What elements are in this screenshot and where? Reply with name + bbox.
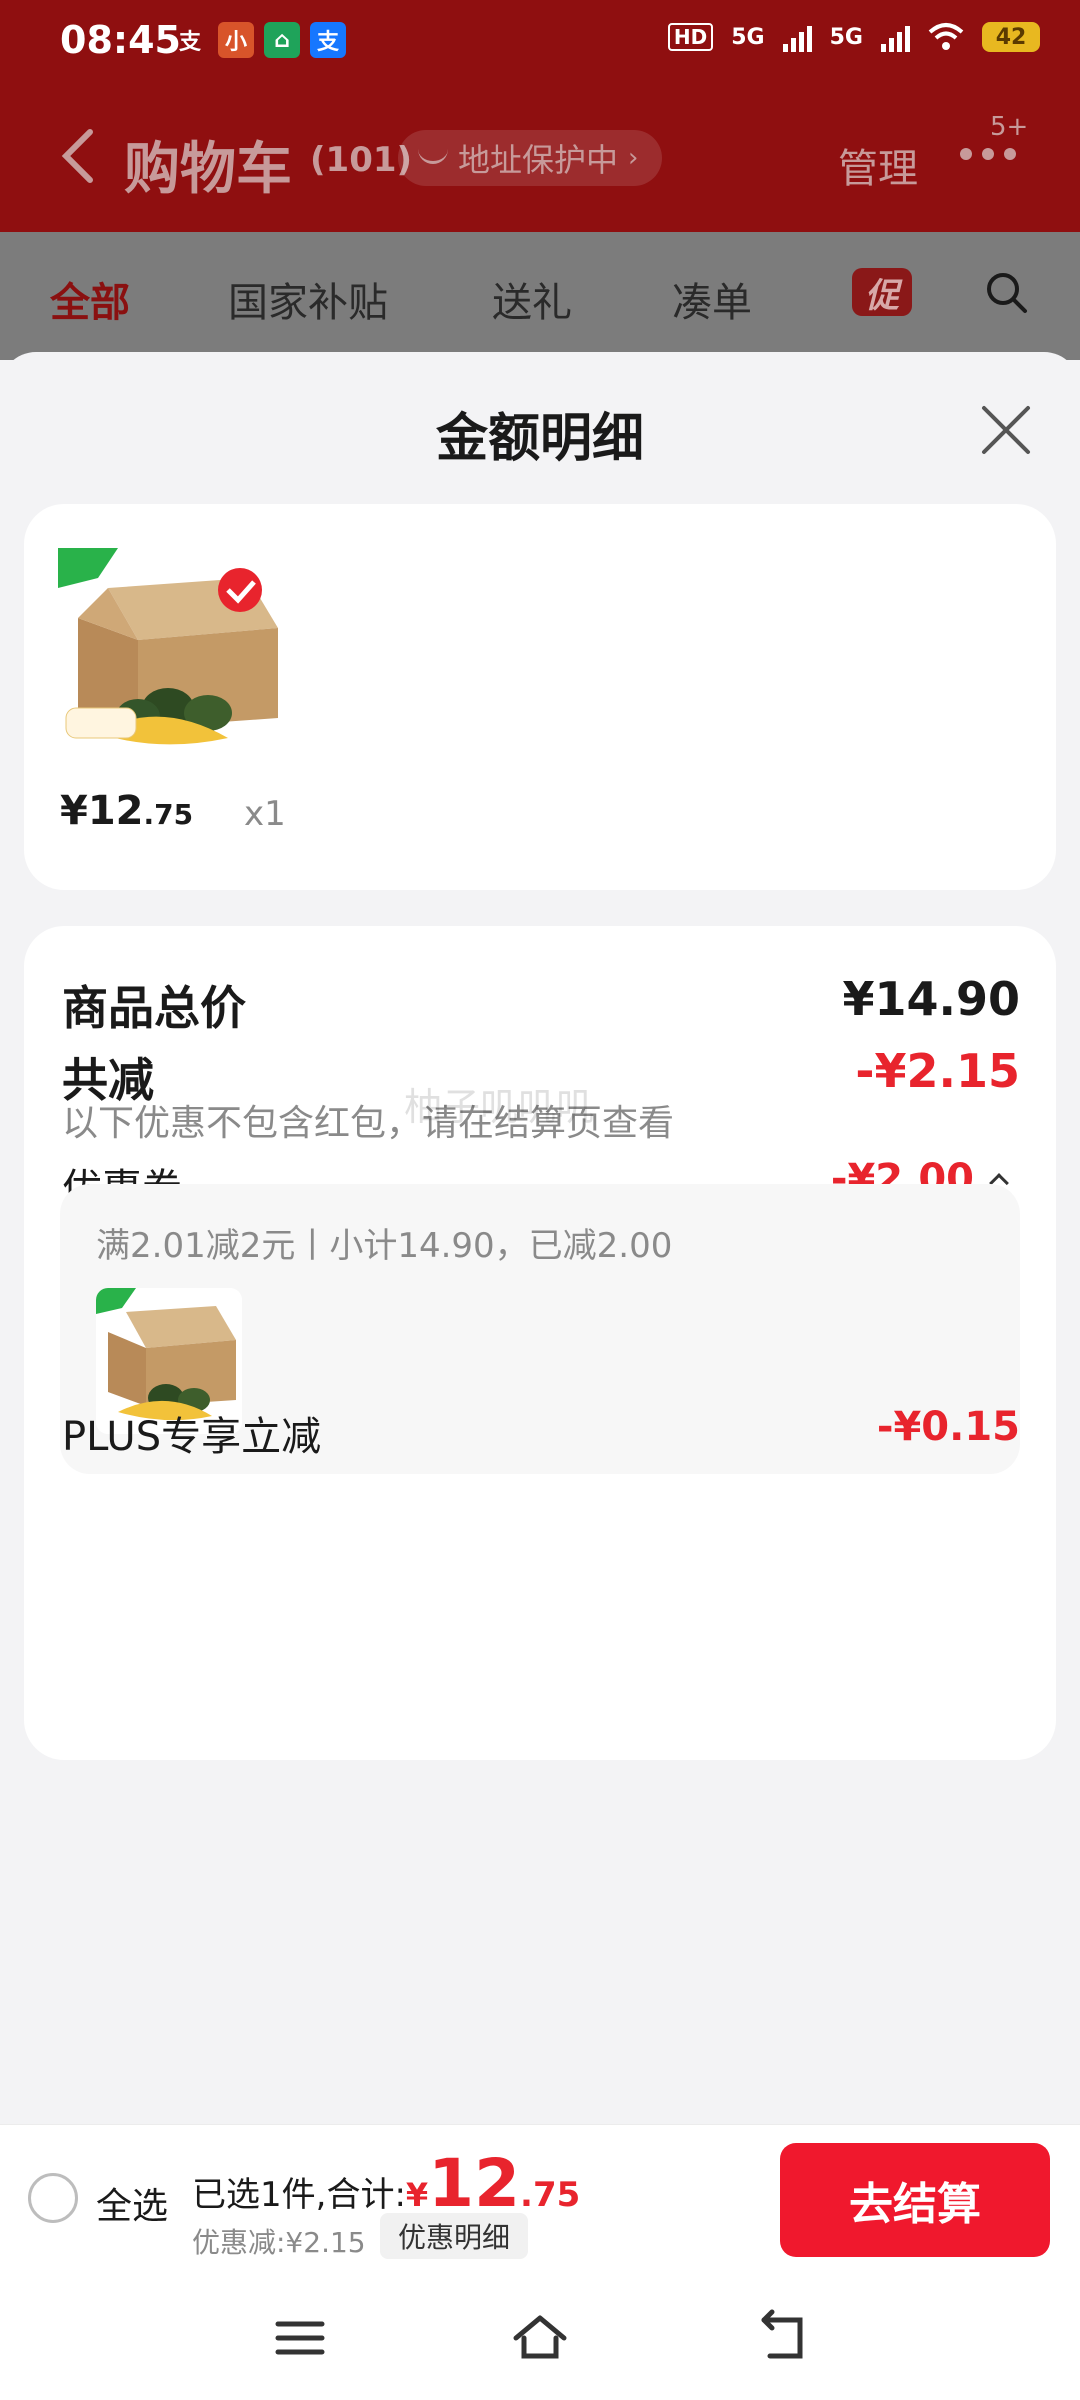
total-amount-dec: .75 bbox=[520, 2175, 581, 2215]
address-chip-label: 地址保护中 bbox=[458, 141, 619, 179]
signal-5g-label: 5G bbox=[731, 24, 765, 50]
signal-5g-label-2: 5G bbox=[829, 24, 863, 50]
hd-icon: HD bbox=[667, 23, 714, 51]
status-bar: 08:45 支 小 ⌂ 支 HD 5G 5G 42 bbox=[0, 0, 1080, 82]
signal-icon-2 bbox=[881, 22, 910, 52]
cart-count: (101) bbox=[310, 140, 413, 180]
total-price-value: ¥14.90 bbox=[842, 972, 1020, 1026]
selected-count-text: 已选1件,合计: bbox=[192, 2175, 406, 2215]
back-arrow-icon[interactable] bbox=[58, 126, 98, 186]
back-icon[interactable] bbox=[750, 2308, 810, 2368]
battery-icon: 42 bbox=[982, 22, 1040, 52]
tab-national-subsidy[interactable]: 国家补贴 bbox=[228, 270, 388, 328]
discount-amount: 优惠减:¥2.15 bbox=[192, 2226, 366, 2259]
select-all-label[interactable]: 全选 bbox=[96, 2177, 168, 2229]
total-amount-int: 12 bbox=[428, 2145, 521, 2222]
tab-all[interactable]: 全部 bbox=[50, 270, 130, 328]
watermark: 柚子叽叽叽 bbox=[404, 1085, 595, 1129]
status-time: 08:45 bbox=[60, 18, 181, 62]
product-quantity: x1 bbox=[244, 794, 286, 834]
menu-icon[interactable] bbox=[270, 2308, 330, 2368]
more-menu-icon[interactable] bbox=[960, 148, 1016, 160]
status-indicators: HD 5G 5G 42 bbox=[667, 22, 1040, 52]
total-reduce-value: -¥2.15 bbox=[855, 1044, 1020, 1098]
app-icon: 小 bbox=[218, 22, 254, 58]
total-summary: 已选1件,合计: ¥ 12 .75 bbox=[192, 2145, 580, 2222]
total-currency: ¥ bbox=[405, 2176, 429, 2214]
status-app-icons: 支 小 ⌂ 支 bbox=[172, 22, 346, 58]
search-icon[interactable] bbox=[984, 270, 1028, 314]
cart-tabs: 全部 国家补贴 送礼 凑单 促 bbox=[0, 232, 1080, 360]
product-image[interactable] bbox=[58, 548, 288, 758]
checkout-button[interactable]: 去结算 bbox=[780, 2143, 1050, 2257]
checkout-bar: 全选 已选1件,合计: ¥ 12 .75 优惠减:¥2.15 优惠明细 去结算 bbox=[0, 2124, 1080, 2272]
system-nav-bar bbox=[0, 2272, 1080, 2400]
tab-add-on[interactable]: 凑单 bbox=[672, 270, 752, 328]
signal-icon bbox=[782, 22, 812, 52]
tab-promo[interactable]: 促 bbox=[852, 268, 912, 316]
alipay-app-icon: 支 bbox=[310, 22, 346, 58]
chevron-right-icon: › bbox=[628, 143, 639, 173]
home-app-icon: ⌂ bbox=[264, 22, 300, 58]
address-protection-chip[interactable]: 地址保护中 › bbox=[398, 130, 663, 186]
close-icon[interactable] bbox=[978, 402, 1034, 458]
tab-gift[interactable]: 送礼 bbox=[492, 270, 572, 328]
manage-button[interactable]: 管理 bbox=[838, 136, 918, 194]
total-price-label: 商品总价 bbox=[62, 981, 246, 1035]
product-price-dec: .75 bbox=[143, 798, 194, 831]
alipay-icon: 支 bbox=[178, 30, 201, 55]
product-price: ¥12.75 bbox=[60, 788, 193, 834]
plus-discount-label: PLUS专享立减 bbox=[62, 1414, 322, 1460]
price-summary-card: 商品总价 ¥14.90 共减 -¥2.15 以下优惠不包含红包，请在结算页查看 … bbox=[24, 926, 1056, 1760]
cart-title: 购物车 bbox=[124, 137, 292, 202]
select-all-checkbox[interactable] bbox=[28, 2173, 78, 2223]
plus-discount-value: -¥0.15 bbox=[876, 1404, 1020, 1450]
discount-detail-button[interactable]: 优惠明细 bbox=[380, 2213, 529, 2259]
amount-detail-sheet: 金额明细 ¥12.75 x1 商品总价 ¥14.90 共减 -¥2.15 以下优… bbox=[0, 352, 1080, 2122]
more-badge: 5+ bbox=[990, 112, 1029, 142]
cart-nav-row: 购物车 (101) 地址保护中 › 管理 5+ bbox=[0, 110, 1080, 210]
product-price-int: ¥12 bbox=[60, 788, 144, 834]
sheet-title: 金额明细 bbox=[435, 409, 644, 469]
smile-icon bbox=[418, 144, 448, 164]
coupon-description: 满2.01减2元丨小计14.90，已减2.00 bbox=[96, 1226, 673, 1266]
home-icon[interactable] bbox=[510, 2308, 570, 2368]
wifi-icon bbox=[928, 23, 964, 50]
product-card: ¥12.75 x1 bbox=[24, 504, 1056, 890]
